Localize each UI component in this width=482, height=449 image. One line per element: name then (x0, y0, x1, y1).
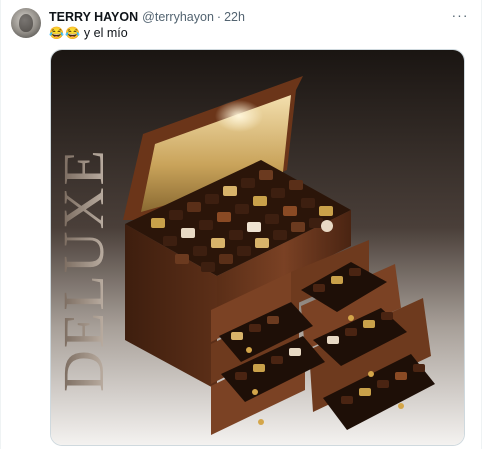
author-name[interactable]: TERRY HAYON (49, 10, 138, 24)
tweet-text-content: y el mío (83, 26, 128, 40)
light-glare (215, 100, 263, 132)
avatar[interactable] (11, 8, 41, 38)
author-handle[interactable]: @terryhayon (142, 10, 214, 24)
tweet-media-image[interactable]: DELUXE (50, 49, 465, 446)
tweet-header: TERRY HAYON @terryhayon · 22h (49, 9, 245, 25)
timestamp[interactable]: 22h (224, 10, 245, 24)
deluxe-text: DELUXE (51, 148, 116, 392)
chocolate-box-photo: DELUXE (51, 50, 464, 445)
tweet: TERRY HAYON @terryhayon · 22h ··· 😂 😂 y … (0, 0, 482, 449)
tweet-text: 😂 😂 y el mío (49, 26, 128, 40)
separator: · (216, 10, 222, 24)
laughing-emoji-icon: 😂 (64, 26, 80, 40)
more-options-icon[interactable]: ··· (450, 7, 470, 23)
laughing-emoji-icon: 😂 (49, 26, 64, 40)
